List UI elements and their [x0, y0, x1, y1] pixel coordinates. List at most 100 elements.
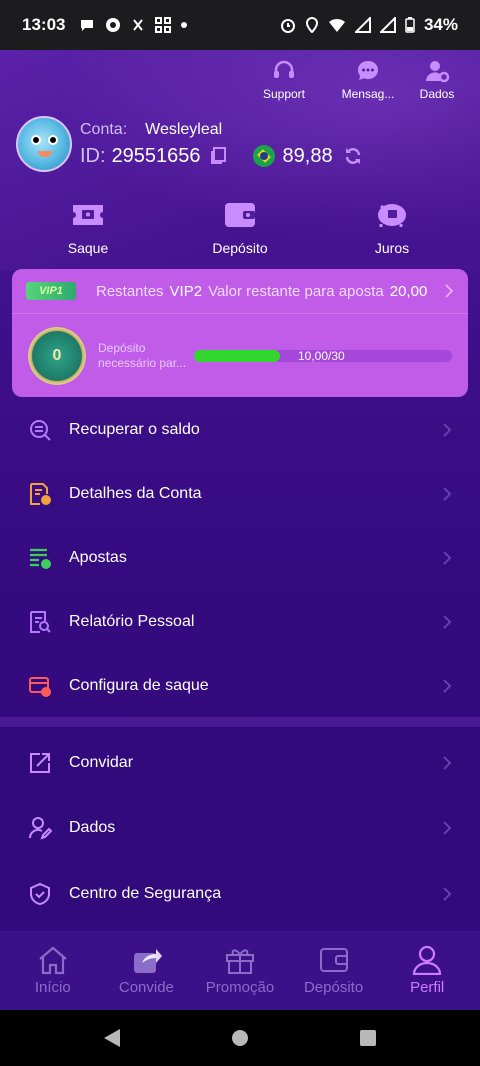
- withdraw-config-icon: [29, 677, 51, 697]
- data-button[interactable]: Dados: [414, 58, 460, 101]
- refresh-icon[interactable]: [343, 146, 363, 166]
- header-actions: Support Mensag... Dados: [246, 58, 460, 101]
- account-label: Conta:: [80, 120, 128, 138]
- chrome-icon: [106, 18, 121, 32]
- menu-primary: Recuperar o saldo Detalhes da Conta Apos…: [0, 398, 480, 718]
- vip-header: VIP1 Restantes VIP2 Valor restante para …: [12, 269, 468, 314]
- status-bar: 13:03 34%: [0, 0, 480, 50]
- nav-label: Convide: [118, 979, 174, 996]
- nav-label: Perfil: [410, 979, 445, 996]
- balance-value: 89,88: [282, 144, 333, 167]
- nav-label: Depósito: [303, 979, 364, 996]
- battery-level: 34%: [423, 15, 458, 34]
- messages-button[interactable]: Mensag...: [330, 58, 406, 101]
- profile-icon: [413, 945, 442, 975]
- brazil-flag-icon: [252, 145, 275, 167]
- profile-block: Conta: Wesleyleal ID: 29551656 89,88: [16, 116, 363, 172]
- wifi-icon: [328, 18, 345, 32]
- recent-apps-icon[interactable]: [360, 1030, 376, 1046]
- menu-item-security-center[interactable]: Centro de Segurança: [0, 861, 480, 927]
- messages-label: Mensag...: [341, 87, 395, 101]
- chevron-right-icon: [442, 820, 452, 836]
- interest-button[interactable]: Juros: [332, 200, 452, 256]
- vip-progress-fill: [194, 349, 280, 362]
- nav-invite[interactable]: Convide: [100, 945, 194, 996]
- sync-icon: [133, 19, 144, 31]
- report-icon: [30, 611, 51, 633]
- gift-icon: [225, 949, 254, 974]
- data-label: Dados: [419, 87, 455, 101]
- username: Wesleyleal: [145, 120, 223, 138]
- user-settings-icon: [426, 61, 450, 83]
- chevron-right-icon: [442, 678, 452, 694]
- user-id: 29551656: [111, 144, 201, 167]
- support-button[interactable]: Support: [246, 58, 322, 101]
- message-icon: [357, 61, 378, 80]
- chat-bubble-icon: [81, 20, 94, 31]
- share-arrow-icon: [134, 949, 163, 973]
- headset-icon: [274, 60, 294, 78]
- chevron-right-icon: [442, 755, 452, 771]
- menu-label: Convidar: [69, 753, 134, 771]
- system-nav-bar: [0, 1010, 480, 1066]
- account-details-icon: [30, 483, 51, 505]
- chevron-right-icon: [444, 283, 454, 299]
- nav-profile[interactable]: Perfil: [380, 945, 474, 996]
- location-icon: [305, 17, 318, 33]
- menu-item-data[interactable]: Dados: [0, 796, 480, 862]
- vip-coin-icon: 0: [28, 326, 86, 385]
- section-divider: [0, 717, 480, 727]
- chevron-right-icon: [442, 486, 452, 502]
- menu-label: Dados: [69, 819, 116, 837]
- vip-progress-text: 10,00/30: [298, 348, 345, 363]
- deposit-button[interactable]: Depósito: [180, 200, 300, 256]
- status-time: 13:03: [22, 15, 66, 34]
- quick-actions: Saque Depósito Juros: [0, 200, 480, 256]
- menu-item-personal-report[interactable]: Relatório Pessoal: [0, 590, 480, 654]
- menu-item-recover-balance[interactable]: Recuperar o saldo: [0, 398, 480, 462]
- menu-label: Apostas: [69, 549, 127, 566]
- withdraw-button[interactable]: Saque: [28, 200, 148, 256]
- signal-icon-2: [379, 17, 396, 33]
- menu-label: Relatório Pessoal: [69, 613, 195, 630]
- share-icon: [30, 752, 50, 773]
- menu-label: Centro de Segurança: [69, 884, 222, 902]
- deposit-label: Depósito: [212, 240, 268, 256]
- battery-icon: [405, 17, 415, 33]
- home-circle-icon[interactable]: [232, 1030, 248, 1046]
- chevron-right-icon: [442, 614, 452, 630]
- chevron-right-icon: [442, 550, 452, 566]
- id-label: ID:: [80, 144, 106, 167]
- vip-progress-bar: 10,00/30: [194, 348, 452, 363]
- nav-deposit[interactable]: Depósito: [287, 945, 381, 996]
- menu-item-account-details[interactable]: Detalhes da Conta: [0, 462, 480, 526]
- copy-icon[interactable]: [209, 147, 227, 165]
- vip-progress-row: 0 Depósito necessário par... 10,00/30: [12, 314, 468, 397]
- deposit-required-label: Depósito necessário par...: [98, 340, 187, 370]
- interest-label: Juros: [374, 240, 410, 256]
- support-label: Support: [262, 87, 306, 101]
- chevron-right-icon: [442, 422, 452, 438]
- menu-secondary: Convidar Dados Centro de Segurança: [0, 730, 480, 927]
- home-icon: [39, 946, 67, 975]
- vip-badge: VIP1: [26, 282, 76, 300]
- apps-icon: [155, 17, 172, 33]
- nav-label: Promoção: [205, 979, 275, 996]
- menu-item-withdraw-config[interactable]: Configura de saque: [0, 654, 480, 718]
- piggy-bank-icon: [378, 204, 406, 227]
- shield-icon: [30, 882, 50, 905]
- avatar[interactable]: [16, 116, 72, 172]
- bets-icon: [30, 548, 51, 569]
- dot-icon: [181, 22, 188, 28]
- vip-card[interactable]: VIP1 Restantes VIP2 Valor restante para …: [12, 269, 468, 397]
- vip-next-level: VIP2: [169, 282, 203, 300]
- nav-promotion[interactable]: Promoção: [193, 945, 287, 996]
- menu-label: Configura de saque: [69, 677, 209, 694]
- nav-home[interactable]: Início: [6, 945, 100, 996]
- back-icon[interactable]: [104, 1029, 120, 1047]
- menu-item-invite[interactable]: Convidar: [0, 730, 480, 796]
- menu-item-bets[interactable]: Apostas: [0, 526, 480, 590]
- nav-label: Início: [34, 979, 71, 996]
- vip-desc: Valor restante para aposta: [208, 282, 384, 300]
- recover-balance-icon: [30, 420, 51, 441]
